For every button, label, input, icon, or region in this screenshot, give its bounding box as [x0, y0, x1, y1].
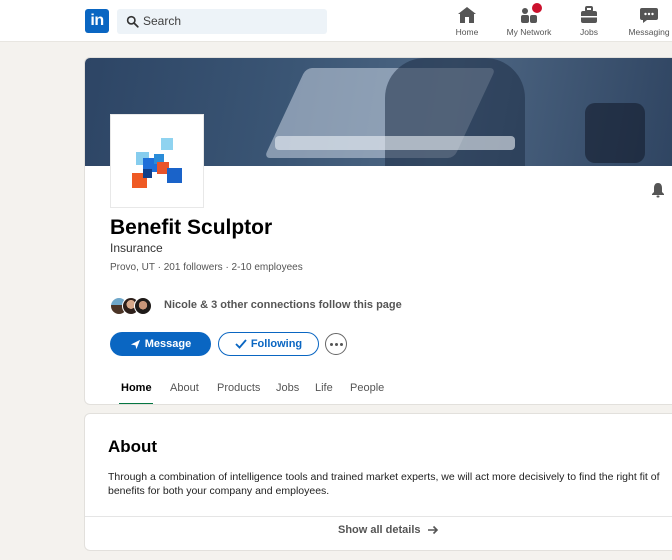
tab-home[interactable]: Home	[121, 382, 152, 394]
following-button[interactable]: Following	[218, 332, 319, 356]
company-location: Provo, UT	[110, 262, 155, 273]
notification-bell-icon[interactable]	[650, 182, 666, 198]
about-description: Through a combination of intelligence to…	[108, 471, 660, 497]
search-input[interactable]: Search	[117, 9, 327, 34]
about-title: About	[108, 437, 158, 456]
tab-jobs[interactable]: Jobs	[276, 382, 299, 394]
messaging-icon	[640, 8, 658, 23]
company-meta: Provo, UT · 201 followers · 2-10 employe…	[110, 262, 303, 273]
connection-avatars[interactable]	[110, 297, 162, 315]
nav-item-label: Home	[455, 27, 479, 37]
tab-people[interactable]: People	[350, 382, 384, 394]
nav-item-my-network[interactable]: My Network	[503, 3, 555, 38]
tab-about[interactable]: About	[170, 382, 199, 394]
message-button-label: Message	[144, 338, 192, 350]
search-placeholder: Search	[143, 14, 182, 28]
search-icon	[126, 15, 139, 28]
divider	[85, 516, 672, 517]
more-options-button[interactable]	[325, 333, 347, 355]
top-navigation: in Search Home My Network Jobs Messaging	[0, 0, 672, 42]
show-all-details-link[interactable]: Show all details	[338, 524, 439, 536]
active-tab-indicator	[119, 403, 153, 404]
show-all-details-label: Show all details	[338, 524, 421, 536]
nav-item-label: My Network	[506, 27, 552, 37]
nav-item-jobs[interactable]: Jobs	[575, 6, 603, 38]
notification-badge	[532, 3, 542, 13]
send-icon	[130, 339, 140, 349]
following-button-label: Following	[250, 338, 303, 350]
linkedin-logo-icon[interactable]: in	[85, 9, 109, 33]
nav-item-home[interactable]: Home	[452, 6, 482, 38]
company-name: Benefit Sculptor	[110, 216, 273, 239]
avatar	[134, 297, 152, 315]
checkmark-icon	[235, 339, 247, 349]
connections-follow-text[interactable]: Nicole & 3 other connections follow this…	[164, 299, 402, 311]
company-employees[interactable]: 2-10 employees	[232, 262, 303, 273]
company-industry: Insurance	[110, 241, 163, 255]
tab-life[interactable]: Life	[315, 382, 333, 394]
company-profile-card: Benefit Sculptor Insurance Provo, UT · 2…	[84, 57, 672, 405]
company-followers[interactable]: 201 followers	[164, 262, 223, 273]
message-button[interactable]: Message	[110, 332, 211, 356]
jobs-icon	[581, 6, 597, 23]
nav-item-label: Messaging	[628, 27, 670, 37]
my-network-icon	[519, 3, 542, 24]
more-icon	[329, 342, 343, 346]
arrow-right-icon	[427, 525, 438, 535]
home-icon	[458, 7, 476, 23]
company-logo[interactable]	[111, 115, 203, 207]
tab-products[interactable]: Products	[217, 382, 260, 394]
about-card: About Through a combination of intellige…	[84, 413, 672, 551]
nav-item-messaging[interactable]: Messaging	[627, 6, 671, 38]
nav-item-label: Jobs	[580, 27, 598, 37]
